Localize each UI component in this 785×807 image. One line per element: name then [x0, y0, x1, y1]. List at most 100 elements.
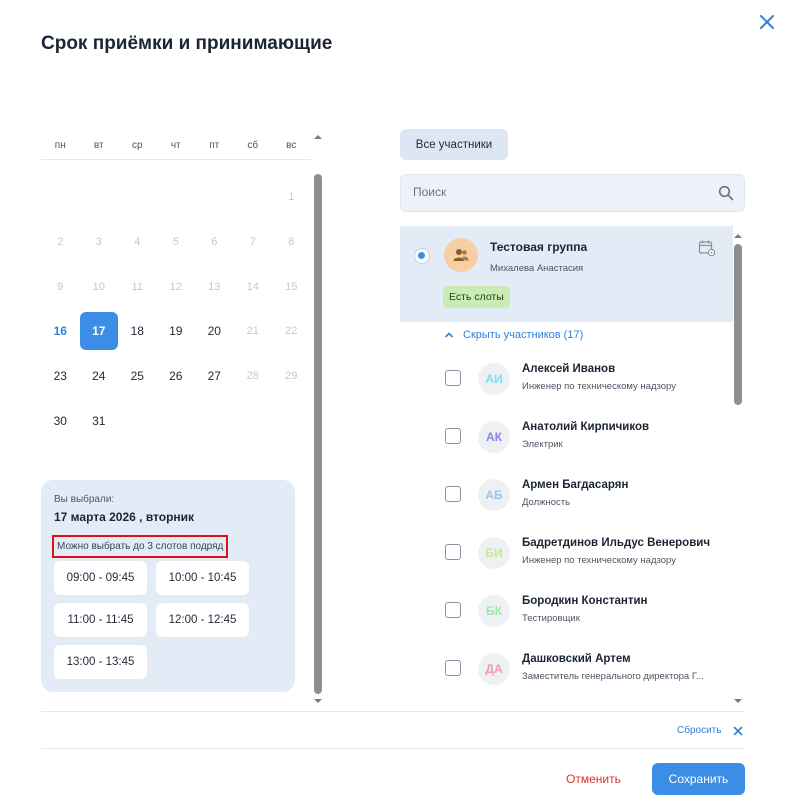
calendar-day: 14	[234, 264, 273, 309]
calendar-day-number: 10	[92, 280, 105, 293]
calendar-empty-cell	[195, 398, 234, 443]
calendar-day: 13	[195, 264, 234, 309]
search-input[interactable]	[413, 185, 703, 199]
participant-checkbox[interactable]	[445, 660, 461, 676]
divider	[41, 711, 745, 712]
reset-link[interactable]: Сбросить	[677, 725, 721, 736]
calendar-day[interactable]: 24	[80, 354, 119, 399]
scroll-up-icon[interactable]	[733, 231, 743, 241]
tab-all-participants[interactable]: Все участники	[400, 129, 508, 160]
calendar-day[interactable]: 31	[80, 398, 119, 443]
hide-participants-toggle[interactable]: Скрыть участников (17)	[444, 322, 583, 348]
calendar-day[interactable]: 17	[79, 309, 119, 354]
calendar-settings-icon[interactable]	[698, 239, 716, 257]
participant-checkbox[interactable]	[445, 428, 461, 444]
calendar-day[interactable]: 20	[195, 309, 234, 354]
participant-row[interactable]: БИ Бадретдинов Ильдус Венерович Инженер по…	[400, 525, 733, 583]
selected-date: 17 марта 2026 , вторник	[54, 510, 195, 524]
calendar-day-number: 9	[57, 280, 64, 293]
group-name: Тестовая группа	[490, 240, 588, 254]
chevron-up-icon	[445, 332, 453, 338]
selection-label: Вы выбрали:	[54, 494, 115, 505]
clear-icon[interactable]	[733, 726, 743, 736]
save-button[interactable]: Сохранить	[652, 763, 745, 795]
participant-role: Инженер по техническому надзору	[522, 381, 676, 392]
participant-checkbox[interactable]	[445, 544, 461, 560]
group-item[interactable]: Тестовая группа Михалева Анастасия Есть …	[400, 226, 733, 322]
participant-checkbox[interactable]	[445, 370, 461, 386]
calendar: пн вт ср чт пт сб вс 1 2 3 4 5 6 7 8 9 10 11 12 13 14…	[41, 132, 311, 443]
calendar-day: 10	[80, 264, 119, 309]
toggle-label: Скрыть участников (17)	[463, 329, 584, 341]
calendar-day: 6	[195, 220, 234, 265]
calendar-day: 21	[234, 309, 273, 354]
calendar-day[interactable]: 30	[41, 398, 80, 443]
weekday-label: пт	[209, 140, 220, 151]
participant-row[interactable]: ДА Дашковский Артем Заместитель генерально…	[400, 641, 733, 699]
calendar-day[interactable]: 25	[118, 354, 157, 399]
calendar-day-number: 27	[207, 369, 221, 384]
scroll-thumb[interactable]	[734, 244, 742, 405]
calendar-day[interactable]: 16	[41, 309, 80, 354]
scroll-down-icon[interactable]	[313, 696, 323, 706]
participant-row[interactable]: БК Бородкин Константин Тестировщик	[400, 583, 733, 641]
calendar-day-number: 22	[285, 325, 298, 338]
participant-checkbox[interactable]	[445, 486, 461, 502]
calendar-day-number: 28	[246, 370, 259, 383]
avatar: АК	[478, 421, 510, 453]
scroll-down-icon[interactable]	[733, 696, 743, 706]
calendar-day-number: 6	[211, 236, 218, 249]
divider	[41, 748, 745, 749]
calendar-day-number: 14	[246, 280, 259, 293]
weekday-label: сб	[247, 140, 259, 151]
participant-checkbox[interactable]	[445, 602, 461, 618]
group-avatar	[444, 238, 478, 272]
time-slot[interactable]: 11:00 - 11:45	[54, 603, 147, 637]
calendar-day-number: 15	[285, 280, 298, 293]
time-slot[interactable]: 12:00 - 12:45	[156, 603, 249, 637]
scroll-thumb[interactable]	[314, 174, 322, 694]
calendar-day[interactable]: 18	[118, 309, 157, 354]
scroll-up-icon[interactable]	[313, 132, 323, 142]
avatar: АИ	[478, 363, 510, 395]
cancel-button[interactable]: Отменить	[566, 772, 621, 786]
calendar-day: 5	[157, 220, 196, 265]
calendar-day[interactable]: 19	[157, 309, 196, 354]
close-icon[interactable]	[757, 12, 777, 32]
calendar-day-number: 11	[131, 280, 143, 293]
calendar-day-number: 17	[79, 312, 118, 351]
calendar-day: 7	[234, 220, 273, 265]
status-badge: Есть слоты	[443, 286, 510, 308]
calendar-scrollbar[interactable]	[313, 132, 323, 706]
search-icon[interactable]	[718, 185, 734, 201]
calendar-day: 12	[157, 264, 196, 309]
calendar-day-number: 13	[208, 280, 221, 293]
calendar-empty-cell	[157, 175, 196, 220]
calendar-day[interactable]: 27	[195, 354, 234, 399]
time-slot[interactable]: 09:00 - 09:45	[54, 561, 147, 595]
calendar-day[interactable]: 26	[157, 354, 196, 399]
participant-role: Электрик	[522, 439, 563, 450]
participants-list: Тестовая группа Михалева Анастасия Есть …	[400, 226, 733, 706]
calendar-day-number: 12	[169, 280, 182, 293]
participant-row[interactable]: АИ Алексей Иванов Инженер по техническому …	[400, 351, 733, 409]
avatar: ДА	[478, 653, 510, 685]
participant-row[interactable]: АК Анатолий Кирпичиков Электрик	[400, 409, 733, 467]
time-slot[interactable]: 13:00 - 13:45	[54, 645, 147, 679]
calendar-day-number: 26	[169, 369, 183, 384]
calendar-day-number: 8	[288, 236, 295, 249]
calendar-empty-cell	[118, 398, 157, 443]
search-field[interactable]	[400, 174, 745, 212]
participant-row[interactable]: АБ Армен Багдасарян Должность	[400, 467, 733, 525]
calendar-day: 29	[272, 354, 311, 399]
participants-scrollbar[interactable]	[733, 226, 743, 706]
calendar-day-number: 29	[285, 370, 298, 383]
participant-name: Армен Багдасарян	[522, 479, 629, 491]
group-radio[interactable]	[414, 248, 430, 264]
participant-name: Анатолий Кирпичиков	[522, 421, 650, 433]
calendar-day: 15	[272, 264, 311, 309]
calendar-day: 9	[41, 264, 80, 309]
calendar-day[interactable]: 23	[41, 354, 80, 399]
time-slot[interactable]: 10:00 - 10:45	[156, 561, 249, 595]
slots-hint: Можно выбрать до 3 слотов подряд	[52, 535, 229, 558]
